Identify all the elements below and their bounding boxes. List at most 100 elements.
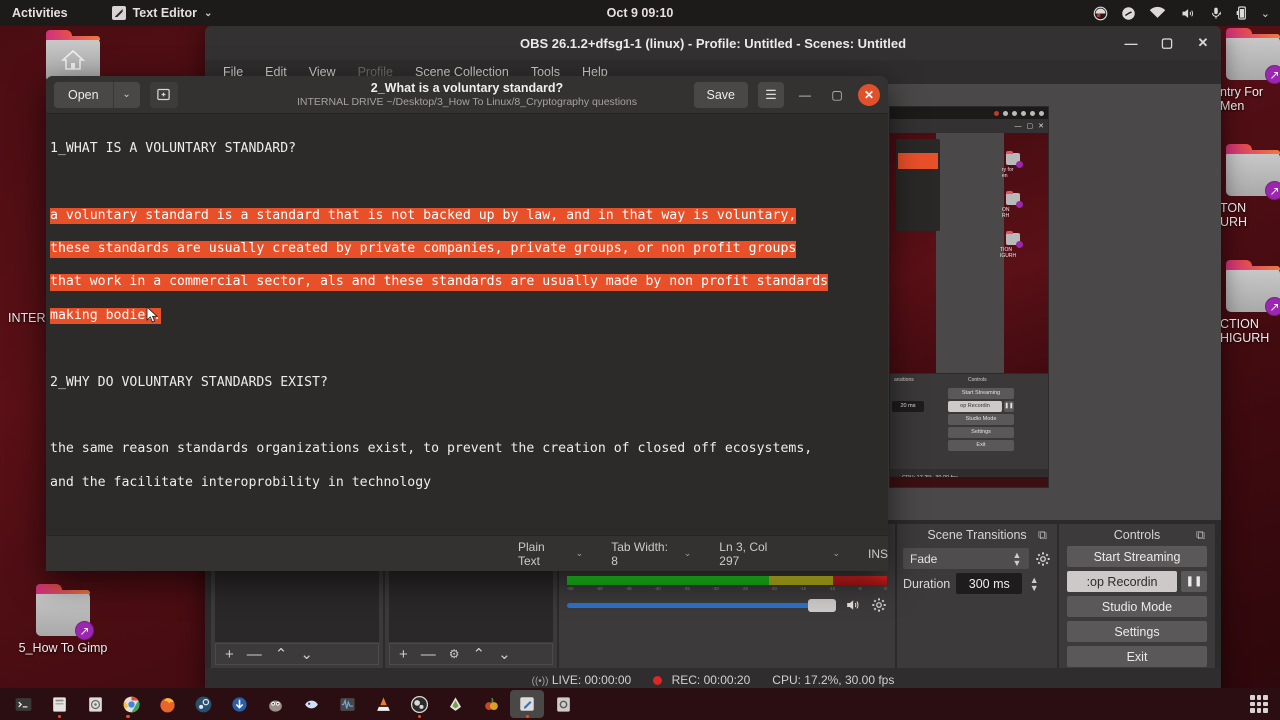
home-glyph-icon xyxy=(60,49,86,70)
activities-button[interactable]: Activities xyxy=(12,6,68,20)
mini-sync-icon xyxy=(1003,110,1008,116)
obs-dock-controls[interactable]: Controls ⧉ Start Streaming :op Recordin … xyxy=(1059,524,1215,668)
taskbar-item-bluefish[interactable] xyxy=(294,690,328,718)
editor-close-button[interactable]: ✕ xyxy=(858,83,880,106)
firefox-icon xyxy=(159,697,175,712)
hamburger-menu-icon[interactable]: ☰ xyxy=(758,81,784,108)
remove-scene-button[interactable]: — xyxy=(247,646,262,663)
taskbar-item-transmission[interactable] xyxy=(222,690,256,718)
app-menu-button[interactable]: Text Editor ⌄ xyxy=(111,6,212,20)
duration-input[interactable]: 300 ms xyxy=(956,573,1023,594)
text-editor-document-area[interactable]: 1_WHAT IS A VOLUNTARY STANDARD? a volunt… xyxy=(46,114,888,535)
taskbar-item-text-editor[interactable] xyxy=(510,690,544,718)
undock-icon[interactable]: ⧉ xyxy=(1196,528,1209,542)
taskbar-item-audacity[interactable] xyxy=(330,690,364,718)
taskbar-item-terminal[interactable] xyxy=(6,690,40,718)
language-selector[interactable]: Plain Text ⌄ xyxy=(518,540,583,568)
recording-indicator-icon[interactable] xyxy=(1093,6,1108,21)
mini-settings-button: Settings xyxy=(948,427,1014,438)
taskbar-item-chrome[interactable] xyxy=(114,690,148,718)
move-scene-up-button[interactable]: ⌃ xyxy=(275,645,288,663)
battery-icon[interactable] xyxy=(1236,5,1248,21)
settings-button[interactable]: Settings xyxy=(1067,621,1207,642)
desktop-icon-5-how-to-gimp[interactable]: ↗ 5_How To Gimp xyxy=(8,584,118,655)
taskbar-item-vlc[interactable] xyxy=(366,690,400,718)
editor-maximize-button[interactable]: ▢ xyxy=(826,84,848,106)
gear-icon[interactable] xyxy=(871,597,887,613)
duration-spinner-icon[interactable]: ▲ ▼ xyxy=(1028,575,1040,592)
undock-icon[interactable]: ⧉ xyxy=(1038,528,1051,542)
remove-source-button[interactable]: — xyxy=(421,646,436,663)
transition-select[interactable]: Fade ▲ ▼ xyxy=(903,548,1029,569)
stop-recording-button[interactable]: :op Recordin xyxy=(1067,571,1177,592)
desktop-icon-ction-higurh[interactable]: ↗ CTION HIGURH xyxy=(1220,260,1280,345)
exit-button[interactable]: Exit xyxy=(1067,646,1207,667)
app-grid-icon[interactable] xyxy=(1250,695,1268,713)
volume-slider[interactable] xyxy=(567,598,836,612)
mouse-cursor-icon xyxy=(146,306,158,323)
taskbar-item-files[interactable] xyxy=(42,690,76,718)
taskbar-item-obs[interactable] xyxy=(402,690,436,718)
obs-minimize-button[interactable]: — xyxy=(1121,33,1141,53)
dock-title-scene-transitions: Scene Transitions ⧉ xyxy=(897,524,1057,546)
new-document-icon[interactable] xyxy=(149,81,178,108)
mini-folder-label: ry for en xyxy=(1002,167,1014,179)
settings-sync-icon[interactable] xyxy=(1121,6,1136,21)
taskbar-item-gimp[interactable] xyxy=(258,690,292,718)
add-scene-button[interactable]: + xyxy=(225,646,234,663)
cursor-position-selector[interactable]: Ln 3, Col 297 ⌄ xyxy=(719,540,840,568)
taskbar-item-steam[interactable] xyxy=(186,690,220,718)
microphone-icon[interactable] xyxy=(1209,6,1223,21)
taskbar-item-settings[interactable] xyxy=(546,690,580,718)
transition-spinner-icon[interactable]: ▲ ▼ xyxy=(1011,550,1023,567)
mini-taskbar xyxy=(890,477,1048,487)
open-recent-chevron-icon[interactable]: ⌄ xyxy=(113,81,140,108)
system-menu-chevron-icon[interactable]: ⌄ xyxy=(1261,7,1270,20)
obs-maximize-button[interactable]: ▢ xyxy=(1157,33,1177,53)
recording-row: :op Recordin ❚❚ xyxy=(1067,571,1207,596)
save-button[interactable]: Save xyxy=(693,81,748,108)
move-scene-down-button[interactable]: ⌄ xyxy=(300,645,313,663)
tab-width-selector[interactable]: Tab Width: 8 ⌄ xyxy=(611,540,691,568)
mini-duration-field: 20 ms xyxy=(892,401,924,412)
taskbar-item-inkscape[interactable] xyxy=(438,690,472,718)
app-menu-label: Text Editor xyxy=(132,6,197,20)
taskbar-item-gimp2[interactable] xyxy=(474,690,508,718)
desktop-icon-label: 5_How To Gimp xyxy=(18,641,108,655)
editor-minimize-button[interactable]: — xyxy=(794,84,816,106)
controls-button-list: Start Streaming :op Recordin ❚❚ Studio M… xyxy=(1059,546,1215,667)
mini-folder-label: ON RH xyxy=(1002,207,1010,219)
transition-properties-gear-icon[interactable] xyxy=(1035,551,1051,567)
mixer-channel-2-slider-row[interactable] xyxy=(567,597,887,613)
wifi-icon[interactable] xyxy=(1149,6,1166,20)
text-editor-window[interactable]: Open ⌄ 2_What is a voluntary standard? I… xyxy=(46,76,888,571)
mini-dock-title-transitions: ansitions xyxy=(894,377,914,383)
open-button[interactable]: Open xyxy=(54,81,114,108)
pause-recording-button[interactable]: ❚❚ xyxy=(1181,571,1207,592)
insert-mode-indicator[interactable]: INS xyxy=(868,547,888,561)
taskbar-item-firefox[interactable] xyxy=(150,690,184,718)
clock[interactable]: Oct 9 09:10 xyxy=(607,6,674,20)
volume-icon[interactable] xyxy=(1179,6,1196,21)
studio-mode-button[interactable]: Studio Mode xyxy=(1067,596,1207,617)
meter-tick: -50 xyxy=(596,586,603,591)
move-source-up-button[interactable]: ⌃ xyxy=(473,645,486,663)
transition-select-row[interactable]: Fade ▲ ▼ xyxy=(897,546,1057,571)
desktop-internal-drive-label: INTER xyxy=(8,311,46,325)
obs-close-button[interactable]: ✕ xyxy=(1193,33,1213,53)
duration-label: Duration xyxy=(903,576,951,591)
sources-toolbar: + — ⚙ ⌃ ⌄ xyxy=(389,643,553,665)
document-text[interactable]: 1_WHAT IS A VOLUNTARY STANDARD? a volunt… xyxy=(46,124,888,535)
obs-dock-scene-transitions[interactable]: Scene Transitions ⧉ Fade ▲ ▼ Duration 300… xyxy=(897,524,1057,668)
taskbar-item-disk[interactable] xyxy=(78,690,112,718)
add-source-button[interactable]: + xyxy=(399,646,408,663)
transition-duration-row[interactable]: Duration 300 ms ▲ ▼ xyxy=(897,571,1057,596)
desktop-icon-ton-urh[interactable]: ↗ TON URH xyxy=(1220,144,1280,229)
move-source-down-button[interactable]: ⌄ xyxy=(498,645,511,663)
start-streaming-button[interactable]: Start Streaming xyxy=(1067,546,1207,567)
speaker-icon[interactable] xyxy=(843,597,862,613)
source-properties-button[interactable]: ⚙ xyxy=(449,647,460,661)
desktop-icon-entry-for-men[interactable]: ↗ ntry For Men xyxy=(1220,28,1280,113)
meter-tick: -10 xyxy=(828,586,836,591)
slider-knob[interactable] xyxy=(808,598,836,612)
